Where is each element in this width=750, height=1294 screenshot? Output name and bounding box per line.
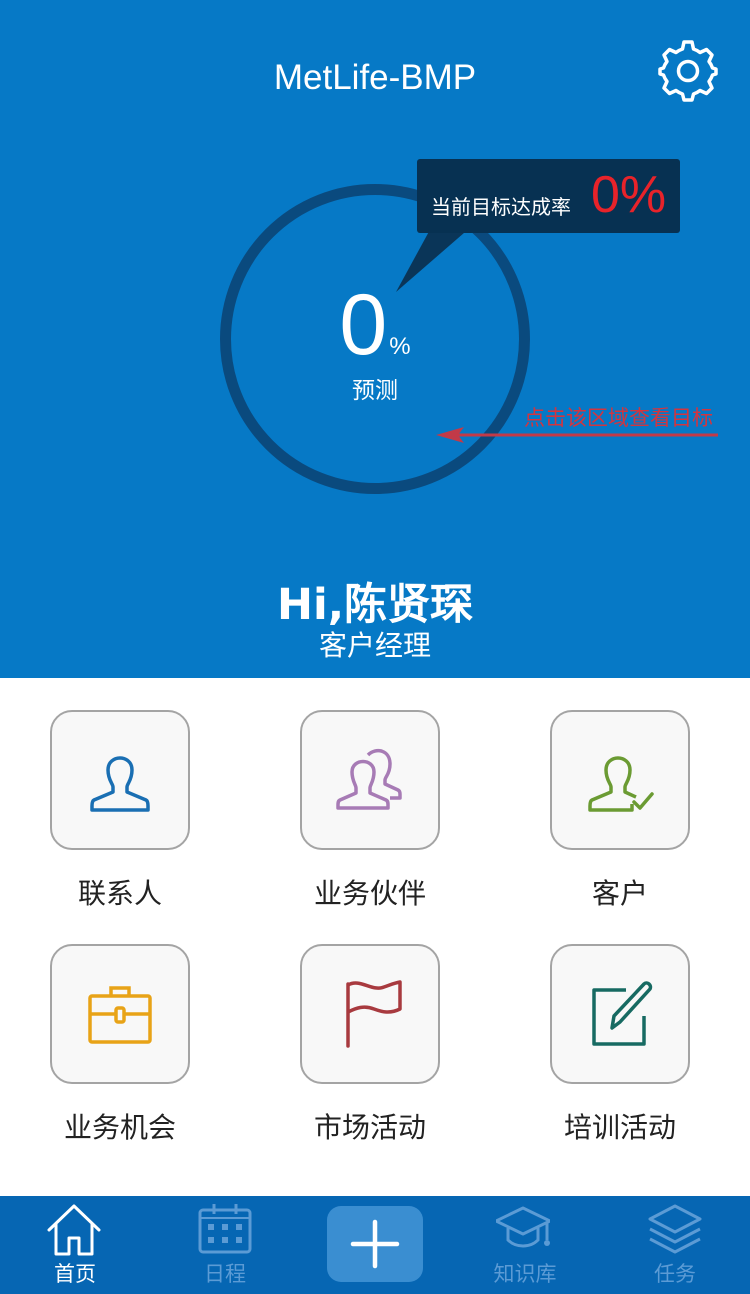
goal-rate-tooltip: 当前目标达成率 0% [417,159,680,233]
user-role: 客户经理 [318,629,431,662]
menu-customers-button[interactable] [550,710,690,850]
briefcase-icon [88,986,152,1044]
tab-schedule[interactable]: 日程 [150,1196,300,1294]
menu-partners-label: 业务伙伴 [313,877,426,910]
header: MetLife-BMP 0% 预测 当前目标达成率 0% 点击该区域查看目标 H… [0,0,750,678]
goal-ring-number: 0 [339,277,388,373]
goal-ring-label: 预测 [352,378,398,404]
partners-icon [336,748,402,810]
tab-knowledge-base[interactable]: 知识库 [450,1196,600,1294]
gear-icon [658,40,718,102]
goal-rate-value: 0% [591,166,667,224]
menu-opportunities-button[interactable] [50,944,190,1084]
plus-icon [350,1219,400,1269]
flag-icon [346,980,402,1048]
calendar-icon [198,1204,252,1254]
app-title: MetLife-BMP [273,58,477,97]
tab-tasks-label: 任务 [654,1262,696,1286]
tab-bar: 首页 日程 知识库 任务 [0,1196,750,1294]
tab-home[interactable]: 首页 [0,1196,150,1294]
hint-arrow-icon [436,427,718,443]
menu-marketing-label: 市场活动 [313,1111,426,1144]
edit-icon [592,981,653,1046]
person-icon [90,756,150,812]
tab-home-label: 首页 [54,1262,96,1286]
menu-marketing-button[interactable] [300,944,440,1084]
menu-contacts-button[interactable] [50,710,190,850]
tab-tasks[interactable]: 任务 [600,1196,750,1294]
layers-icon [648,1204,702,1254]
tab-knowledge-base-label: 知识库 [493,1262,557,1286]
goal-rate-label: 当前目标达成率 [431,195,571,219]
user-greeting: Hi,陈贤琛 [276,580,474,630]
tooltip-pointer [396,226,472,292]
graduation-cap-icon [496,1206,550,1248]
menu-contacts-label: 联系人 [77,877,162,910]
tab-schedule-label: 日程 [204,1262,246,1286]
home-icon [47,1204,101,1256]
menu-training-button[interactable] [550,944,690,1084]
settings-button[interactable] [654,36,722,104]
add-button[interactable] [327,1206,423,1282]
goal-ring-unit: % [389,333,411,360]
menu-partners-button[interactable] [300,710,440,850]
customer-check-icon [588,756,654,812]
goal-ring-value: 0% [220,280,530,370]
menu-customers-label: 客户 [591,877,648,910]
menu-training-label: 培训活动 [563,1111,676,1144]
menu-opportunities-label: 业务机会 [63,1111,176,1144]
